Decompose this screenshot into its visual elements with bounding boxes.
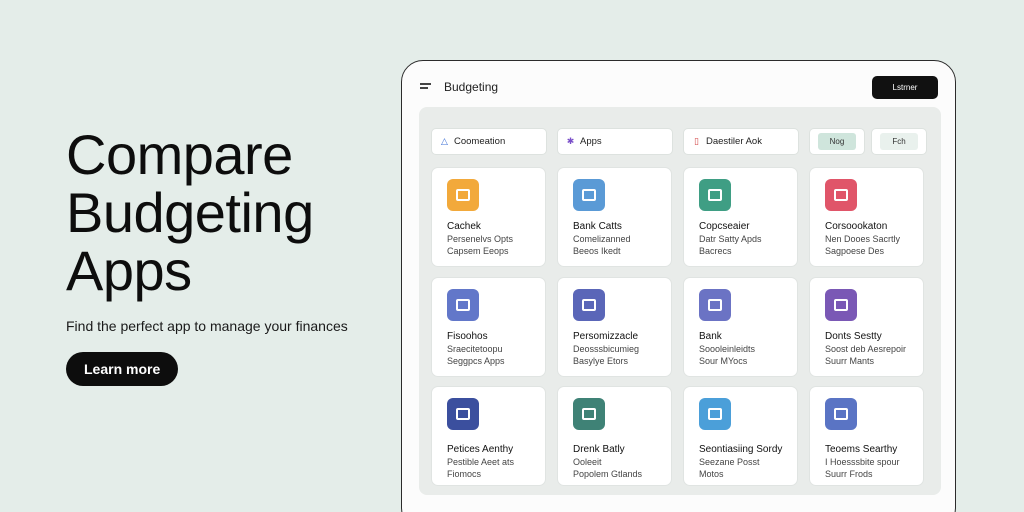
app-card[interactable]: Fisoohos Sraecitetoopu Seggpcs Apps bbox=[431, 277, 546, 377]
app-card-desc: Suurr Frods bbox=[825, 469, 873, 479]
learn-more-button[interactable]: Learn more bbox=[66, 352, 179, 386]
triangle-icon: △ bbox=[441, 136, 448, 146]
app-card[interactable]: Drenk Batly Ooleeit Popolem Gtlands bbox=[557, 386, 672, 486]
app-card[interactable]: Donts Sestty Soost deb Aesrepoir Suurr Man… bbox=[809, 277, 924, 377]
chip-label: Fch bbox=[880, 133, 918, 150]
chart-icon bbox=[447, 179, 479, 211]
app-title: Budgeting bbox=[444, 80, 499, 94]
app-card-desc: Ooleeit bbox=[573, 457, 602, 467]
app-card-desc: Seggpcs Apps bbox=[447, 356, 505, 366]
app-card-desc: Soooleinleidts bbox=[699, 344, 756, 354]
hero: Compare Budgeting Apps Find the perfect … bbox=[66, 126, 386, 386]
app-header: Budgeting Lstrner bbox=[402, 61, 955, 111]
doc-icon: ▯ bbox=[694, 136, 699, 146]
app-card-title: Bank bbox=[699, 331, 722, 342]
app-card[interactable]: Bank Soooleinleidts Sour MYocs bbox=[683, 277, 798, 377]
app-card-desc: Beeos Ikedt bbox=[573, 246, 621, 256]
sparkle-icon: ✱ bbox=[566, 136, 575, 146]
app-panel: △ Coomeation ✱ Apps ▯ Daestiler Aok Nog … bbox=[419, 107, 941, 495]
app-card-desc: Seezane Posst bbox=[699, 457, 760, 467]
filter-label: Coomeation bbox=[454, 136, 506, 147]
box-icon bbox=[699, 179, 731, 211]
app-card[interactable]: Seontiasiing Sordy Seezane Posst Motos bbox=[683, 386, 798, 486]
filter-apps[interactable]: ✱ Apps bbox=[557, 128, 673, 155]
app-card-desc: Bacrecs bbox=[699, 246, 732, 256]
filter-dashboard[interactable]: ▯ Daestiler Aok bbox=[683, 128, 799, 155]
app-card-title: Corsoookaton bbox=[825, 221, 888, 232]
image-icon bbox=[573, 289, 605, 321]
app-card-desc: Suurr Mants bbox=[825, 356, 875, 366]
app-card-desc: Persenelvs Opts bbox=[447, 234, 514, 244]
page-icon bbox=[825, 398, 857, 430]
app-card-desc: Soost deb Aesrepoir bbox=[825, 344, 907, 354]
app-card-desc: Basylye Etors bbox=[573, 356, 629, 366]
app-card-title: Persomizzacle bbox=[573, 331, 639, 342]
cancel-icon bbox=[573, 398, 605, 430]
hero-subtitle: Find the perfect app to manage your fina… bbox=[66, 318, 348, 334]
card-icon bbox=[447, 289, 479, 321]
app-card-desc: I Hoesssbite spour bbox=[825, 457, 900, 467]
filter-label: Apps bbox=[580, 136, 602, 147]
app-card[interactable]: Petices Aenthy Pestible Aeet ats Fiomocs bbox=[431, 386, 546, 486]
screen-icon bbox=[699, 398, 731, 430]
app-card-title: Drenk Batly bbox=[573, 444, 625, 455]
app-card-desc: Deosssbicumieg bbox=[573, 344, 640, 354]
app-card-desc: Sour MYocs bbox=[699, 356, 748, 366]
app-card-desc: Motos bbox=[699, 469, 724, 479]
lock-icon bbox=[825, 289, 857, 321]
app-card[interactable]: Bank Catts Comelizanned Beeos Ikedt bbox=[557, 167, 672, 267]
app-card[interactable]: Teoems Searthy I Hoesssbite spour Suurr Fr… bbox=[809, 386, 924, 486]
filter-comparison[interactable]: △ Coomeation bbox=[431, 128, 547, 155]
tablet-frame: Budgeting Lstrner △ Coomeation ✱ Apps ▯ … bbox=[401, 60, 956, 512]
app-card[interactable]: Copcseaier Datr Satty Apds Bacrecs bbox=[683, 167, 798, 267]
chip-label: Nog bbox=[817, 133, 857, 150]
app-card-title: Petices Aenthy bbox=[447, 444, 514, 455]
app-card-desc: Popolem Gtlands bbox=[573, 469, 643, 479]
app-card[interactable]: Persomizzacle Deosssbicumieg Basylye Etors bbox=[557, 277, 672, 377]
chip-nog[interactable]: Nog bbox=[809, 128, 865, 155]
app-card-desc: Sagpoese Des bbox=[825, 246, 885, 256]
app-card-desc: Nen Dooes Sacrtly bbox=[825, 234, 901, 244]
app-card-desc: Datr Satty Apds bbox=[699, 234, 762, 244]
app-card-title: Copcseaier bbox=[699, 221, 750, 232]
app-card-title: Seontiasiing Sordy bbox=[699, 444, 783, 455]
flag-icon bbox=[447, 398, 479, 430]
app-card-title: Teoems Searthy bbox=[825, 444, 898, 455]
app-card-desc: Pestible Aeet ats bbox=[447, 457, 515, 467]
calc-icon bbox=[699, 289, 731, 321]
app-card-title: Fisoohos bbox=[447, 331, 488, 342]
app-card-title: Cachek bbox=[447, 221, 481, 232]
app-card[interactable]: Corsoookaton Nen Dooes Sacrtly Sagpoese De… bbox=[809, 167, 924, 267]
app-card[interactable]: Cachek Persenelvs Opts Capsem Eeops bbox=[431, 167, 546, 267]
app-card-desc: Sraecitetoopu bbox=[447, 344, 503, 354]
app-card-desc: Capsem Eeops bbox=[447, 246, 509, 256]
app-card-desc: Fiomocs bbox=[447, 469, 482, 479]
app-card-title: Donts Sestty bbox=[825, 331, 882, 342]
app-card-desc: Comelizanned bbox=[573, 234, 631, 244]
hero-title: Compare Budgeting Apps bbox=[66, 123, 314, 302]
header-action-button[interactable]: Lstrner bbox=[872, 76, 938, 99]
wallet-icon bbox=[573, 179, 605, 211]
chip-fch[interactable]: Fch bbox=[871, 128, 927, 155]
app-card-title: Bank Catts bbox=[573, 221, 622, 232]
menu-icon[interactable] bbox=[420, 83, 431, 91]
filter-label: Daestiler Aok bbox=[706, 136, 762, 147]
receipt-icon bbox=[825, 179, 857, 211]
